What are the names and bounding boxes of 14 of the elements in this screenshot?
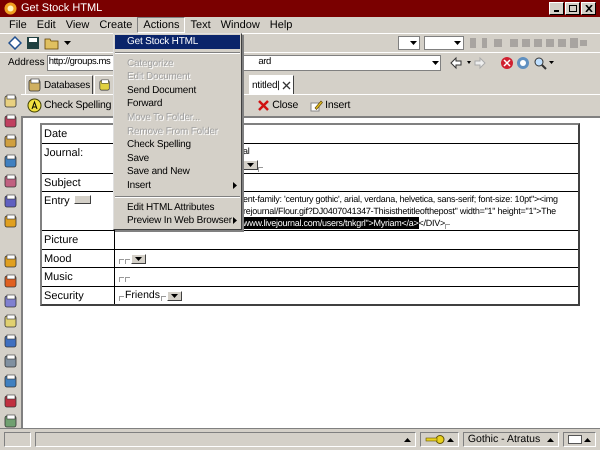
field-label: Security [44, 288, 84, 304]
address-label: Address [8, 56, 45, 70]
field-value: </DIV> [418, 217, 446, 229]
field-label: Music [44, 270, 73, 285]
field-label: Entry [44, 194, 70, 209]
field-label: Journal: [44, 146, 84, 160]
field-value: rejournal/Flour.gif?DJ0407041347-Thisisthetitleofthepost" width="1" height="1">The [243, 205, 556, 217]
field-label: Picture [44, 233, 78, 248]
field-label: Subject [44, 176, 81, 190]
field-label: Date [44, 127, 68, 142]
field-value: ent-family: 'century gothic', arial, verdana, helvetica, sans-serif; font-size: 10pt"><img [243, 193, 558, 205]
window-title: Get Stock HTML [21, 1, 102, 16]
field-label: Mood [44, 252, 72, 266]
field-value: www.livejournal.com/users/tnkgrl">Myriam</a> [243, 217, 419, 229]
